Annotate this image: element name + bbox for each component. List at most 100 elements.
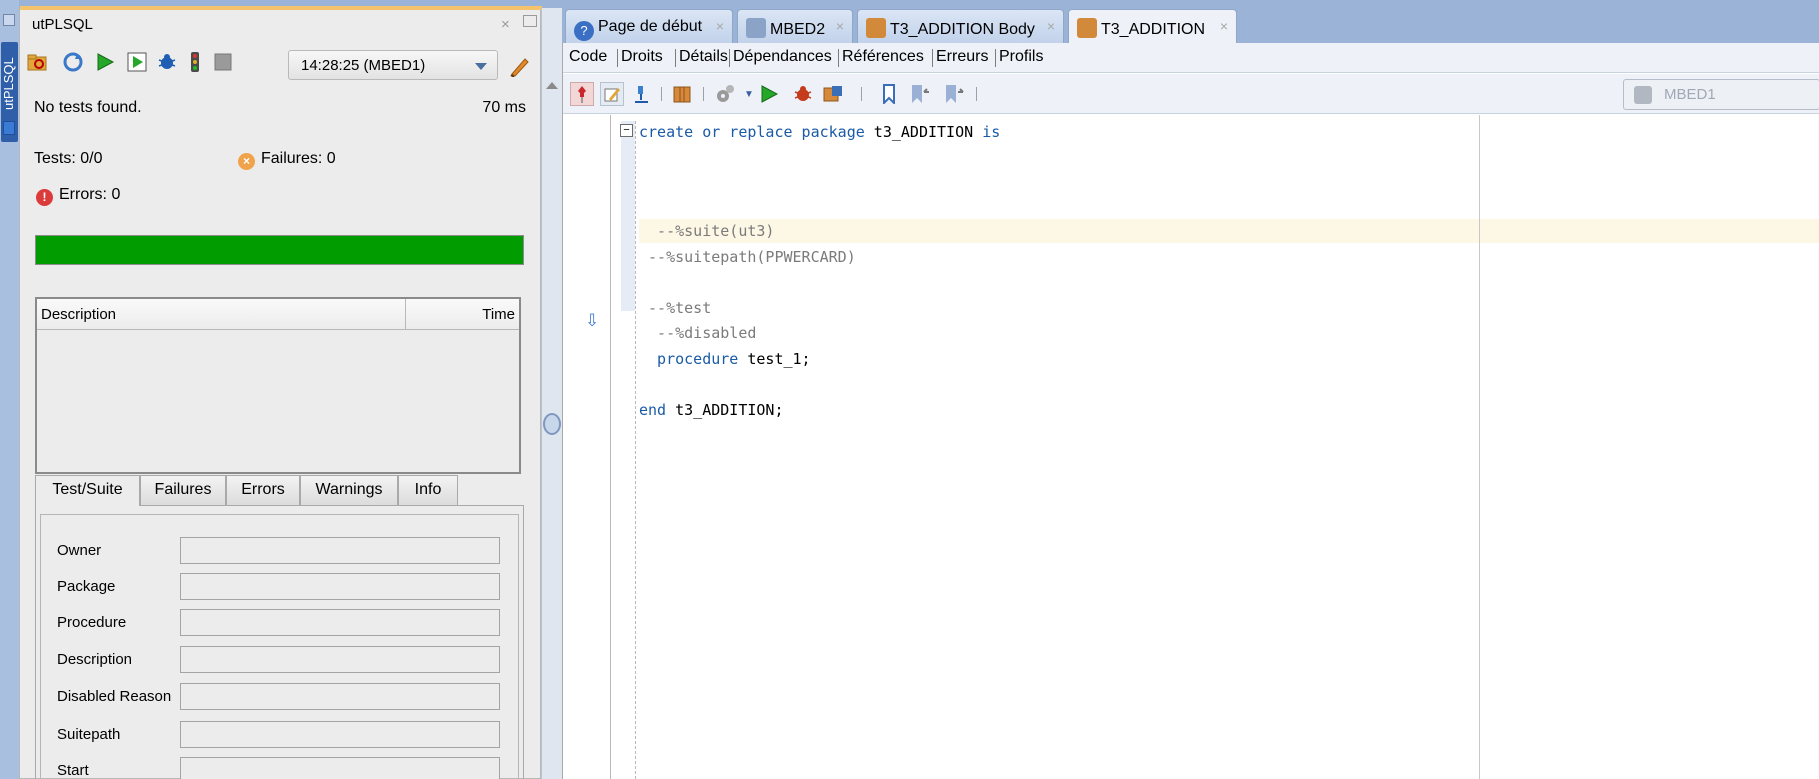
document-icon[interactable] bbox=[3, 121, 15, 135]
execution-arrow-icon[interactable]: ⇩ bbox=[585, 311, 599, 331]
run-worksheet-icon[interactable] bbox=[126, 51, 148, 73]
subtab-separator bbox=[995, 49, 996, 67]
current-line-highlight bbox=[639, 219, 1819, 243]
errors-label: Errors: 0 bbox=[59, 186, 121, 203]
tab-failures[interactable]: Failures bbox=[140, 475, 226, 505]
procedure-field[interactable] bbox=[180, 609, 500, 636]
microscope-icon[interactable] bbox=[629, 82, 653, 106]
clear-history-icon[interactable] bbox=[508, 55, 530, 77]
tab-page-de-debut[interactable]: ? Page de début × bbox=[565, 9, 733, 43]
refresh-folder-icon[interactable] bbox=[26, 51, 48, 73]
error-icon: ! bbox=[36, 189, 53, 206]
fold-region bbox=[621, 121, 635, 311]
gutter-divider bbox=[610, 115, 611, 779]
subtab-dependances[interactable]: Dépendances bbox=[733, 48, 832, 66]
tests-count: Tests: 0/0 bbox=[34, 150, 103, 167]
identifier: test_1; bbox=[738, 350, 811, 368]
connection-select[interactable]: 14:28:25 (MBED1) bbox=[288, 50, 498, 80]
sql-connection-icon bbox=[746, 18, 766, 38]
package-field[interactable] bbox=[180, 573, 500, 600]
package-icon bbox=[1077, 18, 1097, 38]
splitter-handle[interactable] bbox=[543, 413, 561, 435]
subtab-details[interactable]: Détails bbox=[679, 48, 728, 66]
pin-icon[interactable] bbox=[570, 82, 594, 106]
toolbar-separator bbox=[703, 87, 704, 101]
tab-test-suite[interactable]: Test/Suite bbox=[35, 475, 140, 506]
tab-t3-addition[interactable]: T3_ADDITION × bbox=[1068, 9, 1237, 43]
subtab-references[interactable]: Références bbox=[842, 48, 924, 66]
failure-icon: × bbox=[238, 153, 255, 170]
panel-active-indicator bbox=[20, 6, 542, 10]
owner-field[interactable] bbox=[180, 537, 500, 564]
close-icon[interactable]: × bbox=[1220, 18, 1228, 34]
run-icon[interactable] bbox=[94, 51, 116, 73]
tab-info[interactable]: Info bbox=[398, 475, 458, 505]
previous-bookmark-icon[interactable] bbox=[907, 82, 931, 106]
gears-icon[interactable] bbox=[713, 82, 737, 106]
rerun-icon[interactable] bbox=[62, 51, 84, 73]
compile-icon[interactable] bbox=[821, 82, 845, 106]
close-icon[interactable]: × bbox=[836, 18, 844, 34]
keyword: is bbox=[982, 123, 1001, 141]
close-icon[interactable]: × bbox=[501, 16, 510, 33]
tab-t3-addition-body[interactable]: T3_ADDITION Body × bbox=[857, 9, 1064, 43]
progress-fill bbox=[36, 236, 523, 264]
code-line-8: procedure test_1; bbox=[639, 350, 811, 368]
package-icon[interactable] bbox=[670, 82, 694, 106]
owner-label: Owner bbox=[57, 542, 102, 559]
connection-field-value: MBED1 bbox=[1664, 86, 1716, 103]
next-bookmark-icon[interactable] bbox=[941, 82, 965, 106]
tab-warnings[interactable]: Warnings bbox=[300, 475, 398, 505]
description-label: Description bbox=[57, 651, 133, 668]
detail-panel: Owner Package Procedure Description Disa… bbox=[35, 506, 524, 779]
subtab-profils[interactable]: Profils bbox=[999, 48, 1043, 66]
toolbar-separator bbox=[976, 87, 977, 101]
disabled-reason-label: Disabled Reason bbox=[57, 688, 172, 705]
tab-label: T3_ADDITION bbox=[1101, 21, 1206, 38]
panel-splitter[interactable] bbox=[541, 8, 562, 779]
scroll-up-icon[interactable] bbox=[546, 82, 558, 89]
suitepath-field[interactable] bbox=[180, 721, 500, 748]
toolbar-separator bbox=[661, 87, 662, 101]
tab-errors[interactable]: Errors bbox=[226, 475, 300, 505]
tab-mbed2[interactable]: MBED2 × bbox=[737, 9, 853, 43]
code-line-6: --%test bbox=[639, 299, 712, 317]
bookmark-icon[interactable] bbox=[877, 82, 901, 106]
collapse-icon[interactable]: − bbox=[620, 124, 633, 137]
duration-text: 70 ms bbox=[482, 99, 526, 116]
tab-label: T3_ADDITION Body bbox=[890, 21, 1035, 38]
traffic-light-icon[interactable] bbox=[184, 51, 206, 73]
code-line-4: --%suitepath(PPWERCARD) bbox=[639, 248, 856, 266]
subtab-code[interactable]: Code bbox=[569, 48, 607, 66]
edit-icon[interactable] bbox=[600, 82, 624, 106]
code-line-10: end t3_ADDITION; bbox=[639, 401, 784, 419]
column-header-time[interactable]: Time bbox=[482, 306, 515, 323]
side-strip: utPLSQL bbox=[0, 0, 19, 779]
debug-icon[interactable] bbox=[156, 51, 178, 73]
results-table[interactable]: Description Time bbox=[35, 297, 521, 474]
suitepath-label: Suitepath bbox=[57, 726, 121, 743]
restore-icon[interactable] bbox=[523, 15, 537, 27]
errors-count: ! Errors: 0 bbox=[36, 186, 120, 206]
window-icon[interactable] bbox=[3, 14, 15, 26]
close-icon[interactable]: × bbox=[716, 18, 724, 34]
side-tab-label: utPLSQL bbox=[1, 57, 16, 111]
disabled-reason-field[interactable] bbox=[180, 683, 500, 710]
subtab-droits[interactable]: Droits bbox=[621, 48, 663, 66]
column-divider[interactable] bbox=[405, 299, 406, 330]
table-header: Description Time bbox=[37, 299, 519, 330]
subtab-erreurs[interactable]: Erreurs bbox=[936, 48, 988, 66]
close-icon[interactable]: × bbox=[1047, 18, 1055, 34]
description-field[interactable] bbox=[180, 646, 500, 673]
stop-icon[interactable] bbox=[212, 51, 234, 73]
code-editor[interactable]: − ⇩ create or replace package t3_ADDITIO… bbox=[563, 115, 1819, 779]
column-header-description[interactable]: Description bbox=[41, 306, 116, 323]
detail-tabs: Test/Suite Failures Errors Warnings Info bbox=[35, 475, 524, 506]
start-field[interactable] bbox=[180, 757, 500, 779]
run-icon[interactable] bbox=[757, 82, 781, 106]
debug-icon[interactable] bbox=[791, 82, 815, 106]
connection-field[interactable]: MBED1 bbox=[1623, 79, 1819, 110]
subtab-separator bbox=[729, 49, 730, 67]
failures-label: Failures: 0 bbox=[261, 150, 336, 167]
editor-area: Code Droits Détails Dépendances Référenc… bbox=[562, 43, 1819, 779]
